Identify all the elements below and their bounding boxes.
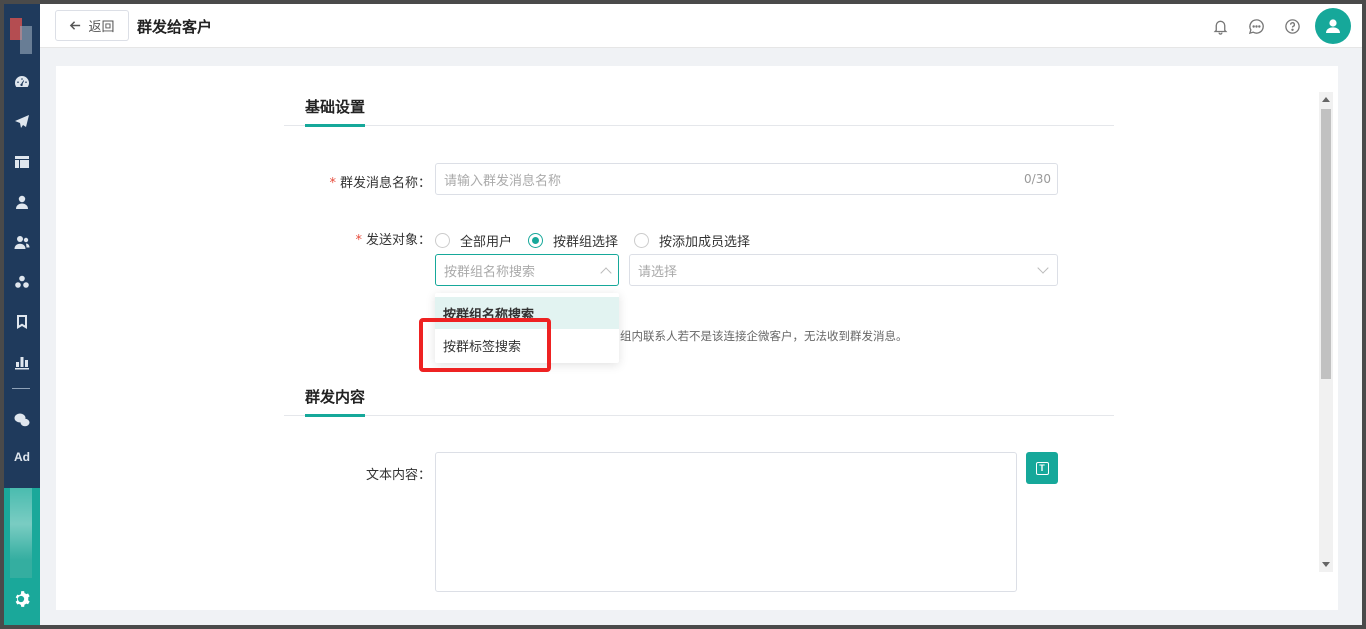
- group-select-placeholder: 请选择: [638, 264, 678, 280]
- required-mark: *: [329, 176, 336, 191]
- char-counter: 0/30: [1024, 172, 1051, 186]
- scroll-down-icon[interactable]: [1322, 562, 1330, 567]
- target-label: * 发送对象：: [355, 233, 431, 248]
- scrollbar[interactable]: [1319, 92, 1333, 572]
- gear-icon[interactable]: [12, 590, 32, 610]
- dashboard-icon[interactable]: [10, 72, 34, 92]
- scroll-up-icon[interactable]: [1322, 97, 1330, 102]
- message-name-placeholder: 请输入群发消息名称: [444, 173, 562, 189]
- avatar[interactable]: [1315, 8, 1351, 44]
- target-radio-group: 全部用户 按群组选择 按添加成员选择: [435, 231, 766, 250]
- radio-by-group[interactable]: [528, 233, 544, 248]
- chevron-down-icon: [1037, 262, 1049, 274]
- required-mark: *: [355, 233, 362, 248]
- chevron-up-icon: [600, 267, 612, 279]
- app-window: Ad 返回 群发给客户 基础设置 * 群发消息名称： 请输入群发消息名称 0/3…: [4, 4, 1362, 625]
- blurred-region: [10, 488, 32, 578]
- layout-icon[interactable]: [10, 152, 34, 172]
- sidebar: Ad: [4, 4, 40, 625]
- section-basic-settings: 基础设置: [284, 92, 1114, 127]
- user-avatar-icon: [1326, 19, 1340, 33]
- bar-chart-icon[interactable]: [10, 352, 34, 372]
- radio-label: 按添加成员选择: [659, 235, 751, 250]
- page-title: 群发给客户: [137, 18, 213, 36]
- scrollbar-thumb[interactable]: [1321, 109, 1331, 379]
- radio-by-member[interactable]: [634, 233, 650, 248]
- arrow-left-icon: [70, 21, 81, 30]
- radio-all-users[interactable]: [435, 233, 450, 248]
- name-label: * 群发消息名称：: [329, 176, 431, 191]
- app-logo: [10, 18, 34, 58]
- section-title: 基础设置: [305, 96, 366, 127]
- user-icon[interactable]: [10, 192, 34, 212]
- ad-menu-item[interactable]: Ad: [8, 450, 36, 464]
- users-icon[interactable]: [10, 232, 34, 252]
- text-content-label: 文本内容：: [365, 468, 431, 483]
- back-button[interactable]: 返回: [55, 10, 129, 41]
- back-button-label: 返回: [88, 20, 115, 35]
- highlight-box: [419, 318, 551, 372]
- search-mode-select[interactable]: 按群组名称搜索: [435, 254, 619, 286]
- bell-icon[interactable]: [1210, 16, 1230, 36]
- text-icon: T: [1035, 461, 1049, 475]
- help-icon[interactable]: [1282, 16, 1302, 36]
- message-icon[interactable]: [1246, 16, 1266, 36]
- search-mode-placeholder: 按群组名称搜索: [444, 264, 536, 280]
- sidebar-divider: [12, 388, 30, 389]
- top-bar: 返回 群发给客户: [40, 4, 1362, 48]
- group-icon[interactable]: [10, 272, 34, 292]
- bookmark-icon[interactable]: [10, 312, 34, 332]
- hint-text: 组内联系人若不是该连接企微客户，无法收到群发消息。: [620, 329, 908, 343]
- message-name-input[interactable]: 请输入群发消息名称 0/30: [435, 163, 1058, 195]
- text-content-input[interactable]: [435, 452, 1017, 592]
- insert-text-button[interactable]: T: [1026, 452, 1058, 484]
- section-content: 群发内容: [284, 382, 1114, 417]
- group-select[interactable]: 请选择: [629, 254, 1058, 286]
- section-title: 群发内容: [305, 386, 366, 417]
- send-icon[interactable]: [10, 112, 34, 132]
- wechat-icon[interactable]: [10, 410, 34, 430]
- radio-label: 按群组选择: [553, 235, 619, 250]
- main-content: 基础设置 * 群发消息名称： 请输入群发消息名称 0/30 * 发送对象： 全部用户…: [56, 66, 1338, 610]
- radio-label: 全部用户: [460, 235, 513, 250]
